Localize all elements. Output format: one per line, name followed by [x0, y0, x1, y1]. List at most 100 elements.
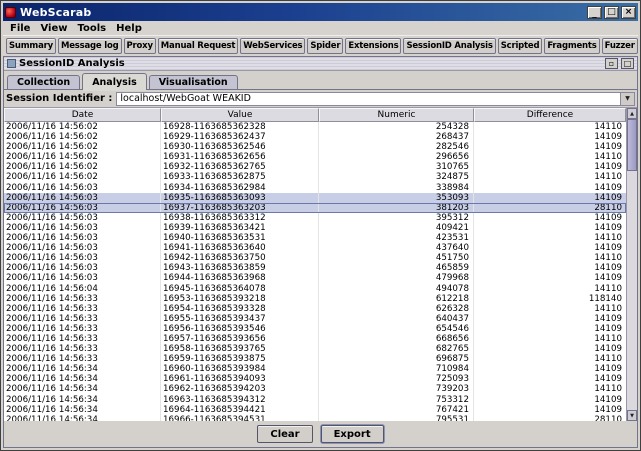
session-table: DateValueNumericDifference 2006/11/16 14… — [4, 108, 626, 421]
cell-date: 2006/11/16 14:56:03 — [4, 213, 161, 223]
minimize-button[interactable]: _ — [587, 6, 602, 19]
cell-numeric: 739203 — [319, 384, 474, 394]
column-header-difference[interactable]: Difference — [474, 108, 626, 122]
maximize-button[interactable]: □ — [604, 6, 619, 19]
table-row[interactable]: 2006/11/16 14:56:3316956-116368539354665… — [4, 324, 626, 334]
cell-value: 16942-1163685363750 — [161, 253, 319, 263]
table-row[interactable]: 2006/11/16 14:56:0316934-116368536298433… — [4, 183, 626, 193]
table-row[interactable]: 2006/11/16 14:56:0316944-116368536396847… — [4, 273, 626, 283]
cell-date: 2006/11/16 14:56:04 — [4, 284, 161, 294]
cell-difference: 14110 — [474, 334, 626, 344]
menu-file[interactable]: File — [5, 23, 35, 34]
table-row[interactable]: 2006/11/16 14:56:0216933-116368536287532… — [4, 172, 626, 182]
maximize-icon: □ — [607, 7, 616, 17]
table-row[interactable]: 2006/11/16 14:56:0216931-116368536265629… — [4, 152, 626, 162]
toolbar-button-scripted[interactable]: Scripted — [498, 38, 543, 54]
cell-value: 16935-1163685363093 — [161, 193, 319, 203]
table-row[interactable]: 2006/11/16 14:56:3416962-116368539420373… — [4, 384, 626, 394]
session-identifier-combobox[interactable]: localhost/WebGoat WEAKID ▼ — [116, 92, 635, 106]
cell-numeric: 451750 — [319, 253, 474, 263]
menu-view[interactable]: View — [35, 23, 72, 34]
cell-value: 16933-1163685362875 — [161, 172, 319, 182]
table-row[interactable]: 2006/11/16 14:56:0316937-116368536320338… — [4, 203, 626, 213]
combobox-dropdown-arrow-icon[interactable]: ▼ — [620, 93, 634, 105]
tab-collection[interactable]: Collection — [7, 75, 80, 90]
cell-date: 2006/11/16 14:56:03 — [4, 183, 161, 193]
close-button[interactable]: × — [621, 6, 636, 19]
table-body[interactable]: 2006/11/16 14:56:0216928-116368536232825… — [4, 122, 626, 421]
table-row[interactable]: 2006/11/16 14:56:0316940-116368536353142… — [4, 233, 626, 243]
vertical-scrollbar[interactable]: ▲ ▼ — [626, 108, 637, 421]
table-row[interactable]: 2006/11/16 14:56:3316959-116368539387569… — [4, 354, 626, 364]
table-row[interactable]: 2006/11/16 14:56:3416964-116368539442176… — [4, 405, 626, 415]
table-row[interactable]: 2006/11/16 14:56:3316958-116368539376568… — [4, 344, 626, 354]
toolbar-button-sessionid-analysis[interactable]: SessionID Analysis — [403, 38, 495, 54]
table-row[interactable]: 2006/11/16 14:56:0216929-116368536243726… — [4, 132, 626, 142]
toolbar-button-fuzzer[interactable]: Fuzzer — [602, 38, 638, 54]
table-row[interactable]: 2006/11/16 14:56:0316943-116368536385946… — [4, 263, 626, 273]
column-header-date[interactable]: Date — [4, 108, 161, 122]
export-button[interactable]: Export — [321, 425, 384, 443]
cell-difference: 14109 — [474, 243, 626, 253]
frame-restore-button[interactable]: ▫ — [605, 58, 618, 69]
cell-value: 16963-1163685394312 — [161, 395, 319, 405]
cell-date: 2006/11/16 14:56:33 — [4, 314, 161, 324]
cell-value: 16944-1163685363968 — [161, 273, 319, 283]
cell-date: 2006/11/16 14:56:02 — [4, 142, 161, 152]
table-row[interactable]: 2006/11/16 14:56:0216928-116368536232825… — [4, 122, 626, 132]
frame-title-bar[interactable]: SessionID Analysis ▫ □ — [4, 57, 637, 71]
cell-date: 2006/11/16 14:56:33 — [4, 334, 161, 344]
cell-numeric: 353093 — [319, 193, 474, 203]
cell-numeric: 668656 — [319, 334, 474, 344]
cell-difference: 14110 — [474, 152, 626, 162]
table-row[interactable]: 2006/11/16 14:56:0316935-116368536309335… — [4, 193, 626, 203]
column-header-value[interactable]: Value — [161, 108, 319, 122]
column-header-numeric[interactable]: Numeric — [319, 108, 474, 122]
table-row[interactable]: 2006/11/16 14:56:3416960-116368539398471… — [4, 364, 626, 374]
menu-tools[interactable]: Tools — [72, 23, 111, 34]
cell-numeric: 338984 — [319, 183, 474, 193]
menu-help[interactable]: Help — [111, 23, 147, 34]
title-bar[interactable]: WebScarab _ □ × — [3, 3, 638, 21]
table-row[interactable]: 2006/11/16 14:56:0316939-116368536342140… — [4, 223, 626, 233]
table-row[interactable]: 2006/11/16 14:56:0316942-116368536375045… — [4, 253, 626, 263]
scrollbar-track[interactable] — [627, 119, 637, 410]
tab-visualisation[interactable]: Visualisation — [149, 75, 238, 90]
table-row[interactable]: 2006/11/16 14:56:3316955-116368539343764… — [4, 314, 626, 324]
toolbar-button-fragments[interactable]: Fragments — [544, 38, 599, 54]
cell-numeric: 268437 — [319, 132, 474, 142]
frame-title: SessionID Analysis — [19, 58, 602, 69]
toolbar-button-message-log[interactable]: Message log — [58, 38, 122, 54]
cell-difference: 118140 — [474, 294, 626, 304]
table-row[interactable]: 2006/11/16 14:56:3316953-116368539321861… — [4, 294, 626, 304]
clear-button[interactable]: Clear — [257, 425, 312, 443]
toolbar-button-webservices[interactable]: WebServices — [240, 38, 305, 54]
table-row[interactable]: 2006/11/16 14:56:3416961-116368539409372… — [4, 374, 626, 384]
table-row[interactable]: 2006/11/16 14:56:0216930-116368536254628… — [4, 142, 626, 152]
cell-value: 16956-1163685393546 — [161, 324, 319, 334]
toolbar-button-extensions[interactable]: Extensions — [345, 38, 401, 54]
toolbar-button-spider[interactable]: Spider — [307, 38, 343, 54]
scrollbar-up-button[interactable]: ▲ — [627, 108, 637, 119]
cell-difference: 28110 — [474, 203, 626, 213]
toolbar-button-summary[interactable]: Summary — [6, 38, 56, 54]
table-row[interactable]: 2006/11/16 14:56:0416945-116368536407849… — [4, 284, 626, 294]
table-row[interactable]: 2006/11/16 14:56:3416963-116368539431275… — [4, 395, 626, 405]
toolbar-button-proxy[interactable]: Proxy — [124, 38, 156, 54]
frame-maximize-button[interactable]: □ — [621, 58, 634, 69]
cell-date: 2006/11/16 14:56:33 — [4, 354, 161, 364]
tab-analysis[interactable]: Analysis — [82, 73, 147, 90]
table-row[interactable]: 2006/11/16 14:56:0316938-116368536331239… — [4, 213, 626, 223]
cell-date: 2006/11/16 14:56:03 — [4, 193, 161, 203]
table-row[interactable]: 2006/11/16 14:56:3316957-116368539365666… — [4, 334, 626, 344]
cell-date: 2006/11/16 14:56:33 — [4, 304, 161, 314]
webscarab-app-icon — [5, 7, 16, 18]
table-row[interactable]: 2006/11/16 14:56:0216932-116368536276531… — [4, 162, 626, 172]
cell-value: 16929-1163685362437 — [161, 132, 319, 142]
scrollbar-down-button[interactable]: ▼ — [627, 410, 637, 421]
cell-date: 2006/11/16 14:56:33 — [4, 344, 161, 354]
toolbar-button-manual-request[interactable]: Manual Request — [158, 38, 238, 54]
table-row[interactable]: 2006/11/16 14:56:3316954-116368539332862… — [4, 304, 626, 314]
table-row[interactable]: 2006/11/16 14:56:0316941-116368536364043… — [4, 243, 626, 253]
scrollbar-thumb[interactable] — [627, 119, 637, 171]
